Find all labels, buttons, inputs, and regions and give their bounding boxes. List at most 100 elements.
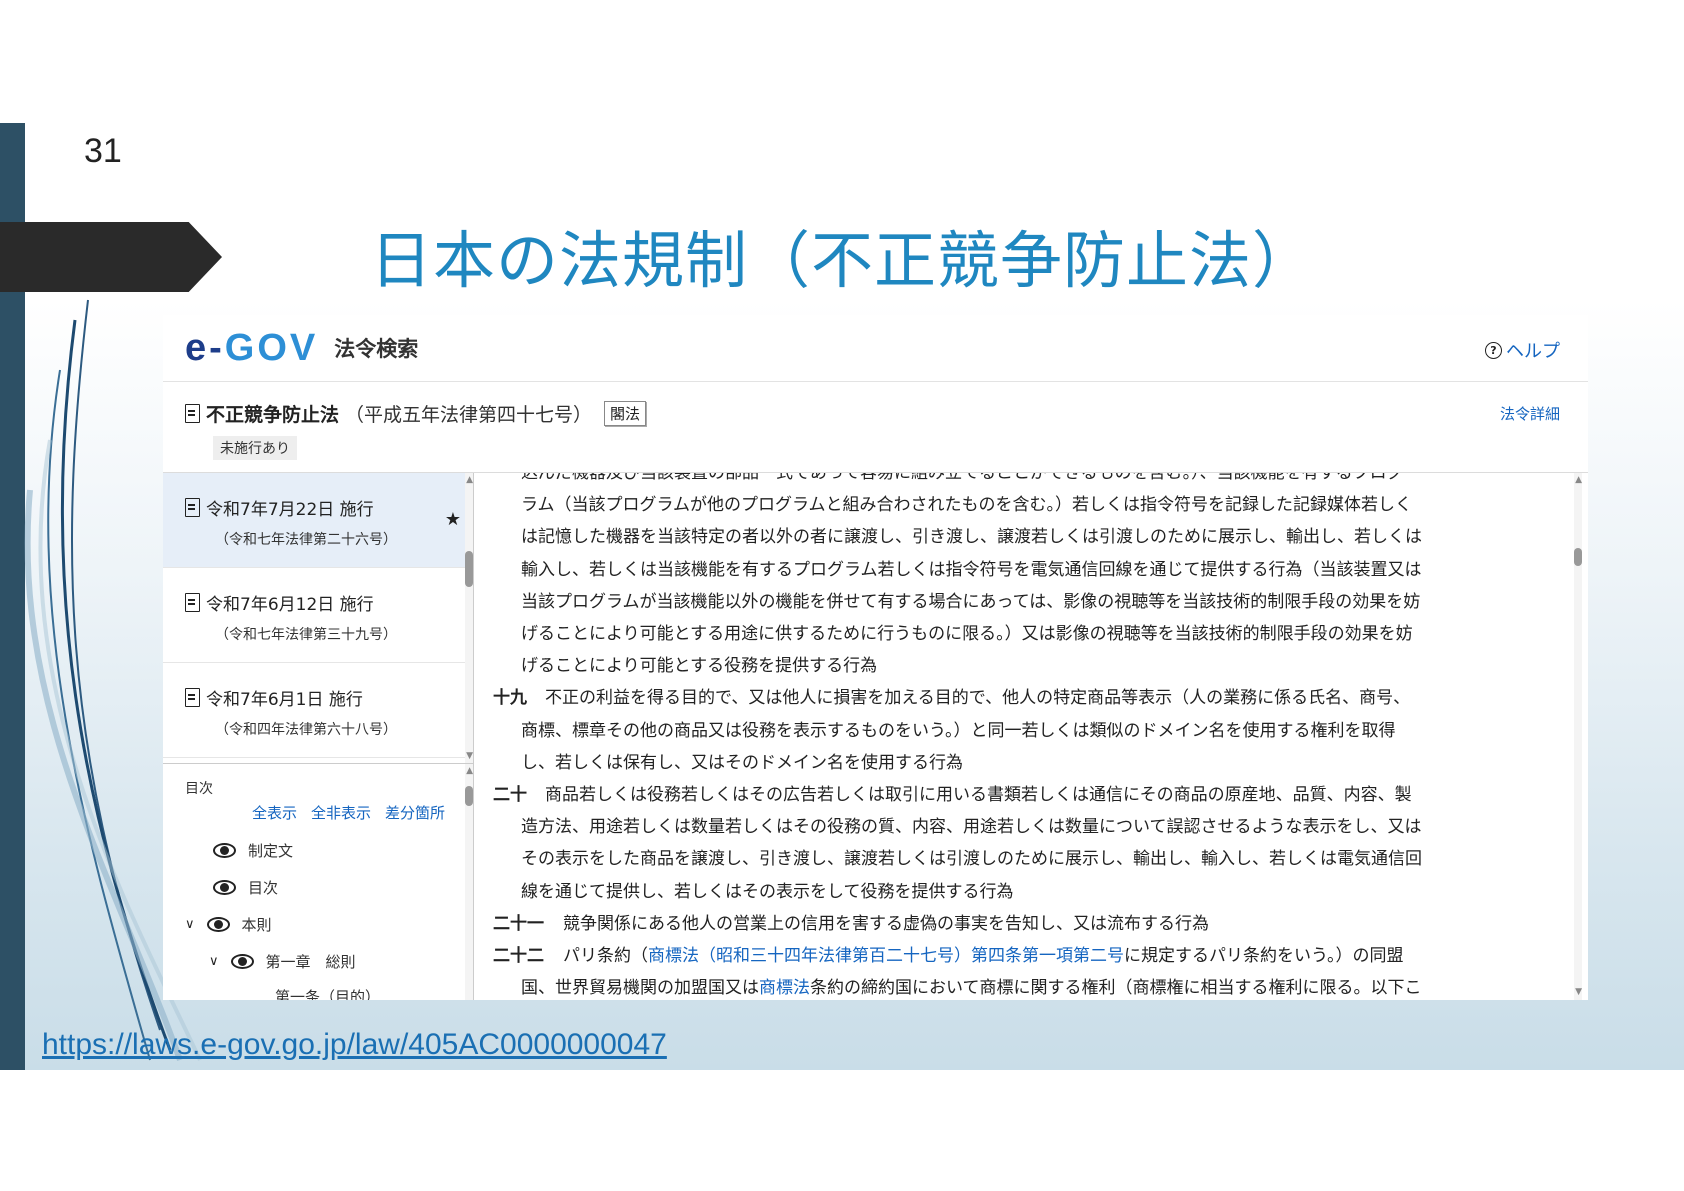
- document-icon: [185, 593, 200, 612]
- toc-scroll-thumb[interactable]: [465, 786, 473, 806]
- law-name: 不正競争防止法: [206, 404, 340, 426]
- document-icon: [185, 404, 200, 423]
- toc-panel: 目次 全表示 全非表示 差分箇所 制定文 目次 ∨ 本則 ∨ 第一章 総則 第一条（…: [163, 764, 473, 1000]
- item-19: 十九 不正の利益を得る目的で、又は他人に損害を加える目的で、他人の特定商品等表示…: [493, 682, 1573, 779]
- toc-item-label: 第一章 総則: [265, 953, 356, 971]
- version-date-text: 令和7年6月12日 施行: [206, 595, 374, 615]
- site-name: 法令検索: [334, 337, 419, 361]
- text-line: げることにより可能とする役務を提供する行為: [521, 656, 878, 677]
- text-line: は記憶した機器を当該特定の者以外の者に譲渡し、引き渡し、譲渡若しくは引渡しのため…: [521, 527, 1422, 548]
- text-span: 条約の締約国において商標に関する権利（商標権に相当する権利に限る。以下こ: [810, 978, 1422, 999]
- law-title-row: 不正競争防止法 （平成五年法律第四十七号） 閣法: [185, 400, 647, 427]
- toc-heading: 目次: [185, 781, 213, 797]
- item-number: 二十一: [493, 913, 544, 934]
- text-line: 商品若しくは役務若しくはその広告若しくは取引に用いる書類若しくは通信にその商品の…: [545, 785, 1412, 806]
- law-number: （平成五年法律第四十七号）: [345, 404, 593, 426]
- version-item[interactable]: 令和7年7月22日 施行 （令和七年法律第二十六号） ★: [163, 473, 473, 568]
- item-21: 二十一 競争関係にある他人の営業上の信用を害する虚偽の事実を告知し、又は流布する…: [493, 908, 1573, 940]
- law-tag: 閣法: [604, 401, 647, 426]
- item-22: 二十二 パリ条約（商標法（昭和三十四年法律第百二十七号）第四条第一項第二号に規定…: [493, 940, 1573, 1000]
- star-icon: ★: [444, 509, 461, 530]
- text-line: 国、世界貿易機関の加盟国又は商標法条約の締約国において商標に関する権利（商標権に…: [521, 972, 1573, 1000]
- help-link[interactable]: ? ヘルプ: [1485, 337, 1560, 363]
- version-sub: （令和七年法律第二十六号）: [215, 532, 397, 548]
- text-line: その表示をした商品を譲渡し、引き渡し、譲渡若しくは引渡しのために展示し、輸出し、…: [521, 849, 1422, 870]
- text-line: 造方法、用途若しくは数量若しくはその役務の質、内容、用途若しくは数量について誤認…: [521, 817, 1422, 838]
- version-scrollbar[interactable]: [465, 473, 473, 763]
- text-line: 輸入し、若しくは当該機能を有するプログラム若しくは指令符号を電気通信回線を通じて…: [521, 559, 1422, 580]
- version-sub: （令和七年法律第三十九号）: [215, 627, 397, 643]
- continuation-paragraph: 込んだ機器及び当該装置の部品一式であって容易に組み立てることができるものを含む。…: [493, 473, 1573, 682]
- left-panel: 令和7年7月22日 施行 （令和七年法律第二十六号） ★ 令和7年6月12日 施…: [163, 473, 474, 1000]
- text-line: げることにより可能とする用途に供するために行うものに限る。）又は影像の視聴等を当…: [521, 624, 1413, 645]
- eye-icon[interactable]: [206, 917, 230, 932]
- text-line: 込んだ機器及び当該装置の部品一式であって容易に組み立てることができるものを含む。…: [521, 473, 1404, 483]
- toc-item[interactable]: 第一条（目的）: [275, 986, 380, 1000]
- logo-gov: GOV: [224, 326, 319, 369]
- toc-item[interactable]: ∨ 本則: [185, 914, 272, 935]
- toc-item[interactable]: ∨ 第一章 総則: [209, 951, 356, 972]
- text-line: 当該プログラムが当該機能以外の機能を併せて有する場合にあっては、影像の視聴等を当…: [521, 591, 1421, 612]
- version-date-text: 令和7年6月1日 施行: [206, 690, 363, 710]
- version-item[interactable]: 令和7年6月1日 施行 （令和四年法律第六十八号）: [163, 663, 473, 758]
- version-date: 令和7年6月12日 施行: [185, 590, 374, 615]
- document-icon: [185, 498, 200, 517]
- help-label: ヘルプ: [1506, 341, 1560, 362]
- item-number: 十九: [493, 688, 527, 709]
- version-item[interactable]: 令和7年6月12日 施行 （令和七年法律第三十九号）: [163, 568, 473, 663]
- question-icon: ?: [1485, 341, 1502, 359]
- logo-e: e-: [185, 326, 225, 369]
- eye-icon[interactable]: [213, 880, 236, 895]
- version-sub: （令和四年法律第六十八号）: [215, 722, 397, 738]
- toc-item-label: 第一条（目的）: [275, 988, 381, 1000]
- text-line: 競争関係にある他人の営業上の信用を害する虚偽の事実を告知し、又は流布する行為: [563, 913, 1209, 934]
- slide-number: 31: [84, 132, 122, 170]
- version-list: 令和7年7月22日 施行 （令和七年法律第二十六号） ★ 令和7年6月12日 施…: [163, 473, 473, 764]
- text-span: に規定するパリ条約をいう。）の同盟: [1124, 946, 1404, 967]
- text-line: し、若しくは保有し、又はそのドメイン名を使用する行為: [521, 752, 963, 773]
- eye-icon[interactable]: [213, 843, 236, 858]
- version-date: 令和7年6月1日 施行: [185, 685, 363, 710]
- toc-item-label: 制定文: [248, 842, 294, 860]
- egov-logo[interactable]: e-GOV: [185, 327, 318, 370]
- item-20: 二十 商品若しくは役務若しくはその広告若しくは取引に用いる書類若しくは通信にその…: [493, 779, 1573, 908]
- egov-header: e-GOV 法令検索 ? ヘルプ: [163, 315, 1588, 382]
- law-text-panel: 込んだ機器及び当該装置の部品一式であって容易に組み立てることができるものを含む。…: [493, 473, 1573, 1000]
- text-line: 不正の利益を得る目的で、又は他人に損害を加える目的で、他人の特定商品等表示（人の…: [545, 688, 1411, 709]
- slide-title: 日本の法規制（不正競争防止法）: [370, 224, 1316, 297]
- scroll-up-icon[interactable]: ▲: [466, 475, 473, 485]
- hide-all-link[interactable]: 全非表示: [311, 802, 371, 823]
- toc-item-label: 目次: [248, 879, 279, 897]
- item-number: 二十: [493, 785, 527, 806]
- eye-icon[interactable]: [230, 954, 254, 969]
- item-number: 二十二: [493, 946, 544, 967]
- scroll-up-icon[interactable]: ▲: [466, 766, 473, 776]
- version-scroll-thumb[interactable]: [465, 551, 473, 587]
- source-link[interactable]: https://laws.e-gov.go.jp/law/405AC000000…: [42, 1028, 667, 1062]
- chevron-down-icon[interactable]: ∨: [209, 954, 219, 969]
- text-line: 商標、標章その他の商品又は役務を表示するものをいう。）と同一若しくは類似のドメイ…: [521, 720, 1396, 741]
- version-date: 令和7年7月22日 施行: [185, 495, 374, 520]
- text-line: 線を通じて提供し、若しくはその表示をして役務を提供する行為: [521, 881, 1014, 902]
- toc-controls: 全表示 全非表示 差分箇所: [252, 802, 445, 823]
- scroll-down-icon[interactable]: ▼: [466, 751, 473, 761]
- toc-item[interactable]: 制定文: [213, 840, 293, 861]
- law-detail-link[interactable]: 法令詳細: [1500, 403, 1560, 424]
- document-icon: [185, 688, 200, 707]
- scroll-down-icon[interactable]: ▼: [1575, 987, 1582, 997]
- egov-screenshot: e-GOV 法令検索 ? ヘルプ 不正競争防止法 （平成五年法律第四十七号） 閣法…: [163, 315, 1588, 1000]
- egov-body: 令和7年7月22日 施行 （令和七年法律第二十六号） ★ 令和7年6月12日 施…: [163, 473, 1588, 1000]
- text-line: パリ条約（商標法（昭和三十四年法律第百二十七号）第四条第一項第二号に規定するパリ…: [521, 940, 1573, 972]
- version-date-text: 令和7年7月22日 施行: [206, 500, 374, 520]
- pending-badge: 未施行あり: [213, 436, 297, 460]
- toc-item[interactable]: 目次: [213, 877, 278, 898]
- trademark-law-link[interactable]: 商標法: [759, 978, 810, 998]
- scroll-up-icon[interactable]: ▲: [1575, 475, 1582, 485]
- diff-link[interactable]: 差分箇所: [385, 802, 445, 823]
- chevron-down-icon[interactable]: ∨: [185, 917, 195, 932]
- toc-item-label: 本則: [241, 916, 272, 934]
- text-span: パリ条約（: [563, 946, 648, 967]
- show-all-link[interactable]: 全表示: [252, 802, 297, 823]
- trademark-law-link[interactable]: 商標法（昭和三十四年法律第百二十七号）第四条第一項第二号: [648, 946, 1124, 966]
- content-scroll-thumb[interactable]: [1574, 548, 1582, 566]
